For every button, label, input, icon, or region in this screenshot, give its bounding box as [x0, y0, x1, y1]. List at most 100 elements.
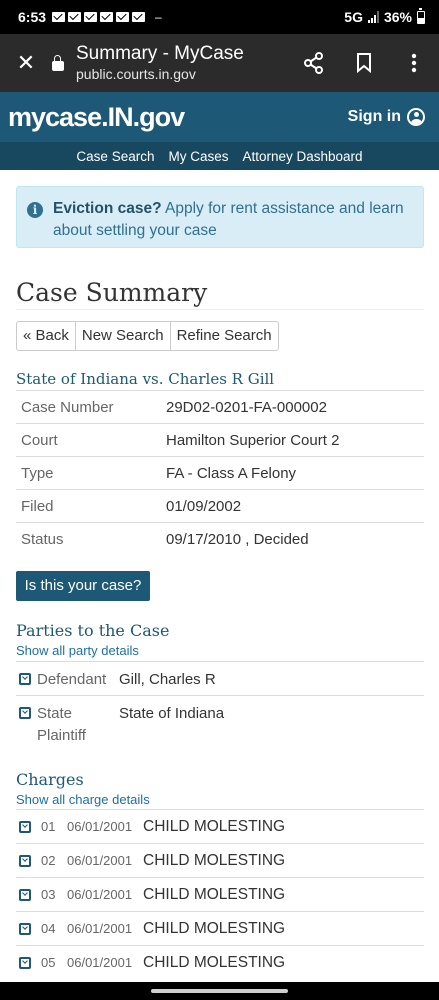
charge-date: 06/01/2001: [67, 819, 133, 834]
party-name: Gill, Charles R: [119, 671, 216, 688]
system-navigation-bar: [0, 982, 439, 1000]
nav-case-search[interactable]: Case Search: [76, 149, 154, 164]
party-row[interactable]: State Plaintiff State of Indiana: [16, 695, 424, 751]
charge-description: CHILD MOLESTING: [143, 817, 286, 835]
charge-number: 03: [41, 887, 56, 902]
browser-url: public.courts.in.gov: [76, 66, 196, 82]
party-name: State of Indiana: [119, 705, 225, 722]
case-detail-row: Case Number 29D02-0201-FA-000002: [16, 390, 424, 423]
charge-row[interactable]: 05 06/01/2001 CHILD MOLESTING: [16, 945, 424, 979]
case-detail-row: Court Hamilton Superior Court 2: [16, 423, 424, 456]
site-logo[interactable]: mycase.IN.gov: [8, 102, 185, 133]
charge-number: 01: [41, 819, 56, 834]
battery-icon: [417, 7, 425, 24]
mail-icon: [116, 12, 130, 22]
more-notifications-indicator: –: [155, 10, 162, 24]
parties-table: Defendant Gill, Charles R State Plaintif…: [16, 661, 424, 751]
expand-icon[interactable]: [19, 673, 31, 685]
nav-my-cases[interactable]: My Cases: [168, 149, 228, 164]
clock: 6:53: [18, 9, 47, 25]
charge-description: CHILD MOLESTING: [143, 919, 286, 937]
case-detail-row: Status 09/17/2010 , Decided: [16, 522, 424, 555]
search-button-group: « Back New Search Refine Search: [16, 321, 279, 351]
case-detail-row: Filed 01/09/2002: [16, 489, 424, 522]
browser-page-title: Summary - MyCase: [76, 43, 244, 64]
expand-icon[interactable]: [19, 707, 31, 719]
charge-description: CHILD MOLESTING: [143, 953, 286, 971]
close-icon[interactable]: ✕: [0, 50, 52, 76]
signal-icon: [367, 11, 379, 23]
site-nav: Case Search My Cases Attorney Dashboard: [0, 142, 439, 170]
charges-table: 01 06/01/2001 CHILD MOLESTING 02 06/01/2001…: [16, 809, 424, 979]
charge-row[interactable]: 04 06/01/2001 CHILD MOLESTING: [16, 911, 424, 945]
mail-icon: [52, 12, 66, 22]
case-details-table: Case Number 29D02-0201-FA-000002 Court Ham…: [16, 390, 424, 555]
home-gesture-handle[interactable]: [151, 989, 288, 993]
user-icon: [407, 108, 425, 126]
party-role: State Plaintiff: [37, 705, 86, 744]
mail-icon: [132, 12, 146, 22]
charge-date: 06/01/2001: [67, 887, 133, 902]
network-type: 5G: [344, 9, 363, 25]
case-detail-label: Filed: [21, 497, 54, 515]
case-detail-value: 01/09/2002: [166, 497, 242, 515]
page-title: Case Summary: [16, 278, 208, 307]
is-this-your-case-button[interactable]: Is this your case?: [16, 571, 150, 601]
info-icon: i: [27, 202, 43, 218]
share-icon[interactable]: [289, 52, 339, 74]
charge-number: 04: [41, 921, 56, 936]
alert-heading: Eviction case?: [53, 200, 162, 217]
case-detail-value: FA - Class A Felony: [166, 464, 297, 482]
party-row[interactable]: Defendant Gill, Charles R: [16, 661, 424, 695]
case-detail-value: 09/17/2010 , Decided: [166, 530, 309, 548]
charge-number: 05: [41, 955, 56, 970]
mail-icon: [84, 12, 98, 22]
new-search-button[interactable]: New Search: [74, 321, 171, 351]
case-detail-label: Status: [21, 530, 64, 548]
charge-row[interactable]: 01 06/01/2001 CHILD MOLESTING: [16, 809, 424, 843]
bookmark-icon[interactable]: [339, 53, 389, 73]
show-party-details-link[interactable]: Show all party details: [16, 643, 139, 658]
charge-description: CHILD MOLESTING: [143, 885, 286, 903]
nav-attorney-dashboard[interactable]: Attorney Dashboard: [242, 149, 362, 164]
sign-in-button[interactable]: Sign in: [348, 108, 425, 126]
charge-date: 06/01/2001: [67, 955, 133, 970]
expand-icon[interactable]: [19, 888, 31, 901]
browser-toolbar: ✕ Summary - MyCase public.courts.in.gov: [0, 34, 439, 92]
show-charge-details-link[interactable]: Show all charge details: [16, 792, 150, 807]
case-detail-row: Type FA - Class A Felony: [16, 456, 424, 489]
site-header: mycase.IN.gov Sign in: [0, 92, 439, 142]
charge-description: CHILD MOLESTING: [143, 851, 286, 869]
parties-heading: Parties to the Case: [16, 621, 170, 640]
party-role: Defendant: [37, 671, 107, 688]
browser-title-area[interactable]: Summary - MyCase public.courts.in.gov: [76, 43, 289, 83]
charge-date: 06/01/2001: [67, 921, 133, 936]
charge-row[interactable]: 03 06/01/2001 CHILD MOLESTING: [16, 877, 424, 911]
sign-in-label: Sign in: [347, 108, 401, 125]
expand-icon[interactable]: [19, 922, 31, 935]
charges-heading: Charges: [16, 770, 84, 789]
mail-icon: [100, 12, 114, 22]
back-button[interactable]: « Back: [16, 321, 76, 351]
case-title: State of Indiana vs. Charles R Gill: [16, 370, 275, 388]
expand-icon[interactable]: [19, 820, 31, 833]
case-detail-label: Court: [21, 431, 58, 449]
mail-icon: [68, 12, 82, 22]
status-bar: 6:53 – 5G 36%: [0, 0, 439, 34]
expand-icon[interactable]: [19, 854, 31, 867]
charge-date: 06/01/2001: [67, 853, 133, 868]
battery-percent: 36%: [383, 9, 412, 25]
notification-icons: [52, 12, 146, 22]
case-detail-label: Type: [21, 464, 54, 482]
case-detail-value: 29D02-0201-FA-000002: [166, 398, 327, 416]
expand-icon[interactable]: [19, 956, 31, 969]
charge-row[interactable]: 02 06/01/2001 CHILD MOLESTING: [16, 843, 424, 877]
lock-icon[interactable]: [52, 55, 64, 71]
more-options-icon[interactable]: [389, 53, 439, 73]
eviction-alert: i Eviction case? Apply for rent assistan…: [16, 186, 424, 248]
title-divider: [16, 309, 424, 310]
charge-number: 02: [41, 853, 56, 868]
case-detail-value: Hamilton Superior Court 2: [166, 431, 340, 449]
case-detail-label: Case Number: [21, 398, 114, 416]
refine-search-button[interactable]: Refine Search: [169, 321, 279, 351]
